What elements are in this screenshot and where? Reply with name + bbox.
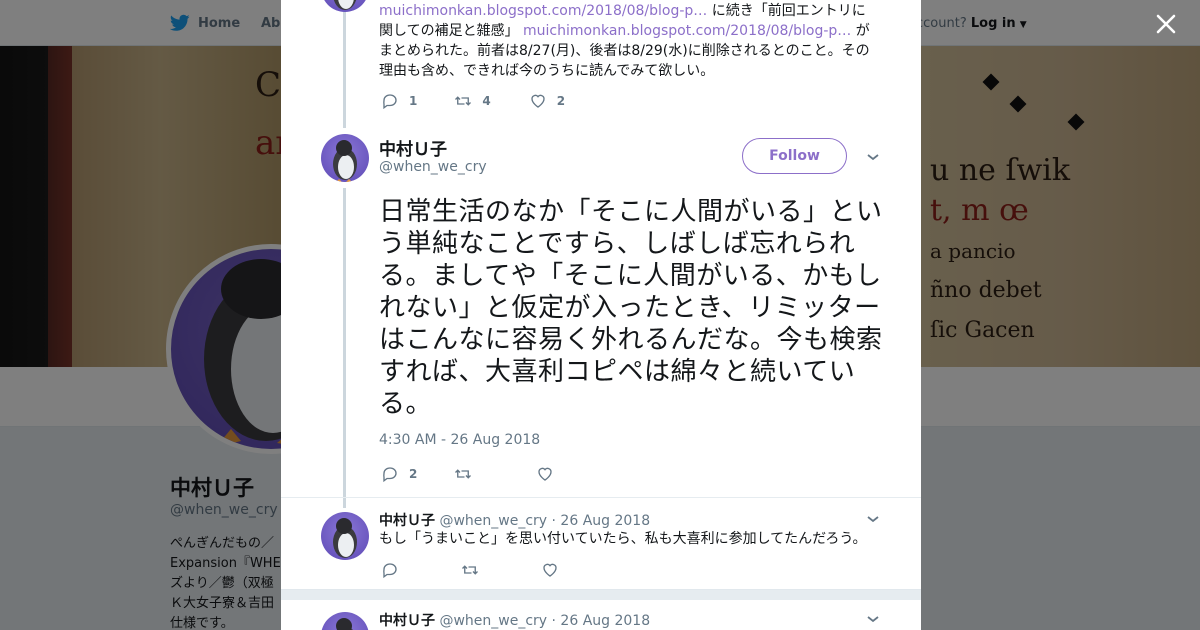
like-button[interactable] [541,561,559,579]
retweet-button[interactable] [461,561,479,579]
prev-tweet-text: muichimonkan.blogspot.com/2018/08/blog-p… [379,3,870,79]
main-tweet-text: 日常生活のなか「そこに人間がいる」という単純なことですら、しばしば忘れられる。ま… [379,197,883,419]
retweet-icon [462,565,478,575]
reply-button[interactable] [381,561,399,579]
penguin-avatar-image [333,518,357,558]
reply-author-handle[interactable]: @when_we_cry [439,513,547,529]
tweet-link[interactable]: muichimonkan.blogspot.com/2018/08/blog-p… [379,3,707,19]
reply-date[interactable]: · 26 Aug 2018 [552,513,651,529]
chevron-down-icon[interactable] [866,150,880,164]
retweet-button[interactable] [454,465,482,483]
thread-connector [343,10,346,128]
like-button[interactable]: 2 [529,92,565,110]
reply-actions [381,561,559,579]
main-tweet-actions: 2 [381,465,564,483]
reply-icon [383,94,397,110]
heart-icon [531,94,545,108]
tweet-permalink-modal: muichimonkan.blogspot.com/2018/08/blog-p… [281,0,921,630]
reply-author-name[interactable]: 中村Ｕ子 [379,513,435,529]
reply-avatar[interactable] [321,612,369,630]
tweet-author-handle[interactable]: @when_we_cry [379,159,487,175]
reply-author-name[interactable]: 中村Ｕ子 [379,613,435,629]
reply-icon [383,563,397,579]
reply-date[interactable]: · 26 Aug 2018 [552,613,651,629]
conversation-separator [281,589,921,600]
main-tweet-avatar[interactable] [321,134,369,182]
retweet-button[interactable]: 4 [454,92,491,110]
close-icon[interactable] [1152,10,1180,38]
chevron-down-icon[interactable] [866,512,880,526]
heart-icon [543,563,557,577]
follow-button[interactable]: Follow [742,138,847,174]
reply-button[interactable]: 2 [381,465,417,483]
tweet-author-name[interactable]: 中村Ｕ子 [379,135,447,160]
retweet-icon [455,96,472,106]
tweet-avatar[interactable] [321,0,369,12]
like-button[interactable] [536,465,564,483]
divider [281,497,921,498]
penguin-avatar-image [333,0,357,10]
tweet-timestamp[interactable]: 4:30 AM - 26 Aug 2018 [379,432,540,448]
reply-header: 中村Ｕ子 @when_we_cry · 26 Aug 2018 [379,510,650,530]
reply-author-handle[interactable]: @when_we_cry [439,613,547,629]
tweet-link[interactable]: muichimonkan.blogspot.com/2018/08/blog-p… [523,23,851,39]
prev-tweet-actions: 1 4 2 [381,92,565,110]
reply-header: 中村Ｕ子 @when_we_cry · 26 Aug 2018 [379,610,650,630]
penguin-avatar-image [333,140,357,182]
retweet-icon [455,469,472,479]
chevron-down-icon[interactable] [866,612,880,626]
reply-avatar[interactable] [321,512,369,560]
reply-icon [383,467,397,483]
heart-icon [538,467,553,481]
reply-text: もし「うまいこと」を思い付いていたら、私も大喜利に参加してたんだろう。 [379,531,867,547]
thread-connector [343,188,346,508]
penguin-avatar-image [336,618,353,630]
reply-button[interactable]: 1 [381,92,417,110]
